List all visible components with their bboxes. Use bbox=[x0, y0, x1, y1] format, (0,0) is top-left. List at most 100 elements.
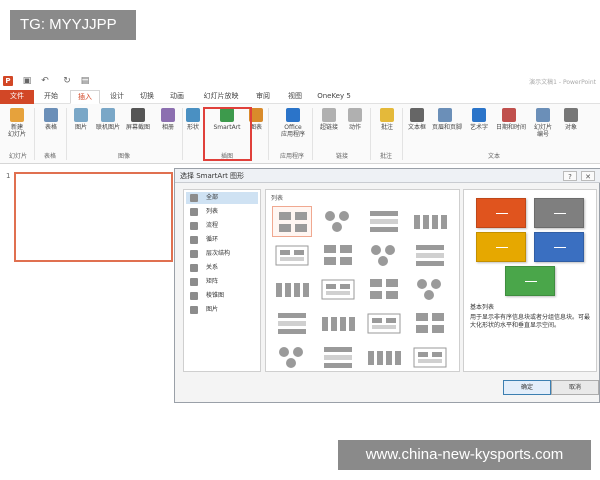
slide-number-button[interactable]: 幻灯片 编号 bbox=[530, 108, 556, 144]
category-relationship-icon bbox=[190, 264, 198, 272]
tab-review[interactable]: 审阅 bbox=[250, 90, 276, 104]
tab-onekey[interactable]: OneKey 5 bbox=[312, 90, 356, 104]
object-label: 对象 bbox=[564, 124, 577, 131]
datetime-button[interactable]: 日期和时间 bbox=[496, 108, 526, 144]
tab-transitions[interactable]: 切换 bbox=[134, 90, 160, 104]
album-button[interactable]: 相册 bbox=[155, 108, 181, 144]
category-picture[interactable]: 图片 bbox=[186, 304, 258, 316]
smartart-layout-thumbnail[interactable] bbox=[364, 308, 404, 339]
category-process[interactable]: 流程 bbox=[186, 220, 258, 232]
picture-button[interactable]: 图片 bbox=[68, 108, 94, 144]
tab-animations[interactable]: 动画 bbox=[164, 90, 190, 104]
smartart-layout-thumbnail[interactable] bbox=[318, 240, 358, 271]
smartart-layout-thumbnail[interactable] bbox=[272, 274, 312, 305]
action-icon bbox=[348, 108, 362, 122]
smartart-layout-thumbnail[interactable] bbox=[364, 240, 404, 271]
slide-number: 1 bbox=[6, 172, 11, 180]
action-label: 动作 bbox=[348, 124, 361, 131]
smartart-layout-thumbnail[interactable] bbox=[364, 206, 404, 237]
smartart-layout-thumbnail[interactable] bbox=[410, 240, 450, 271]
slide-number-label: 幻灯片 编号 bbox=[533, 124, 552, 138]
start-slideshow-icon[interactable]: ▤ bbox=[80, 76, 90, 86]
group-separator bbox=[34, 108, 35, 160]
action-button[interactable]: 动作 bbox=[342, 108, 368, 144]
smartart-layout-thumbnail[interactable] bbox=[364, 274, 404, 305]
album-label: 相册 bbox=[161, 124, 174, 131]
header-footer-button[interactable]: 页眉和页脚 bbox=[432, 108, 463, 144]
group-separator bbox=[312, 108, 313, 160]
smartart-layout-thumbnail[interactable] bbox=[410, 308, 450, 339]
group-separator bbox=[66, 108, 67, 160]
category-process-icon bbox=[190, 222, 198, 230]
smartart-layout-thumbnail[interactable] bbox=[364, 342, 404, 371]
datetime-icon bbox=[502, 108, 516, 122]
category-list-type[interactable]: 列表 bbox=[186, 206, 258, 218]
textbox-button[interactable]: 文本框 bbox=[404, 108, 430, 144]
smartart-layout-thumbnail[interactable] bbox=[410, 342, 450, 371]
category-cycle-icon bbox=[190, 236, 198, 244]
redo-icon[interactable]: ↻ bbox=[62, 76, 72, 86]
undo-icon[interactable]: ↶ bbox=[40, 76, 50, 86]
preview-description: 用于显示非有序信息块或者分组信息块。可最大化形状的水平和垂直显示空间。 bbox=[470, 314, 591, 329]
category-pyramid[interactable]: 棱锥图 bbox=[186, 290, 258, 302]
hyperlink-button[interactable]: 超链接 bbox=[316, 108, 342, 144]
screenshot-button[interactable]: 屏幕截图 bbox=[125, 108, 151, 144]
preview-shape bbox=[534, 198, 584, 228]
smartart-layout-thumbnail[interactable] bbox=[318, 342, 358, 371]
cancel-button[interactable]: 取消 bbox=[551, 380, 599, 395]
object-button[interactable]: 对象 bbox=[558, 108, 584, 144]
category-relationship[interactable]: 关系 bbox=[186, 262, 258, 274]
category-hierarchy-label: 层次结构 bbox=[206, 250, 231, 257]
category-picture-label: 图片 bbox=[206, 306, 219, 313]
office-apps-button[interactable]: Office 应用程序 bbox=[278, 108, 308, 144]
smartart-layout-thumbnail[interactable] bbox=[318, 308, 358, 339]
smartart-layout-thumbnail[interactable] bbox=[318, 274, 358, 305]
comment-button[interactable]: 批注 bbox=[374, 108, 400, 144]
save-icon[interactable]: ▣ bbox=[22, 76, 32, 86]
category-list-label: 列表 bbox=[206, 208, 219, 215]
wordart-label: 艺术字 bbox=[469, 124, 488, 131]
category-hierarchy[interactable]: 层次结构 bbox=[186, 248, 258, 260]
smartart-layout-thumbnail[interactable] bbox=[410, 206, 450, 237]
shapes-button[interactable]: 形状 bbox=[184, 108, 202, 144]
tab-file[interactable]: 文件 bbox=[0, 90, 34, 104]
album-icon bbox=[161, 108, 175, 122]
smartart-layout-thumbnail[interactable] bbox=[318, 206, 358, 237]
smartart-layout-thumbnail[interactable] bbox=[272, 342, 312, 371]
tab-view[interactable]: 视图 bbox=[282, 90, 308, 104]
smartart-layout-thumbnail[interactable] bbox=[272, 308, 312, 339]
help-icon[interactable]: ? bbox=[563, 171, 577, 181]
close-icon[interactable]: ✕ bbox=[581, 171, 595, 181]
screenshot-icon bbox=[131, 108, 145, 122]
tab-slideshow[interactable]: 幻灯片放映 bbox=[196, 90, 246, 104]
category-all[interactable]: 全部 bbox=[186, 192, 258, 204]
tab-insert[interactable]: 插入 bbox=[70, 90, 100, 104]
category-cycle[interactable]: 循环 bbox=[186, 234, 258, 246]
preview-panel: 基本列表 用于显示非有序信息块或者分组信息块。可最大化形状的水平和垂直显示空间。 bbox=[463, 189, 597, 372]
new-slide-button[interactable]: 新建 幻灯片 bbox=[4, 108, 30, 144]
smartart-layout-thumbnail[interactable] bbox=[410, 274, 450, 305]
category-matrix[interactable]: 矩阵 bbox=[186, 276, 258, 288]
wordart-button[interactable]: 艺术字 bbox=[466, 108, 492, 144]
group-label-tables: 表格 bbox=[43, 153, 56, 160]
shapes-icon bbox=[186, 108, 200, 122]
online-picture-button[interactable]: 联机图片 bbox=[95, 108, 121, 144]
preview-title: 基本列表 bbox=[470, 304, 495, 311]
ok-button[interactable]: 确定 bbox=[503, 380, 551, 395]
ribbon-insert: 新建 幻灯片 表格 图片 联机图片 屏幕截图 相册 形状 SmartArt 图表 … bbox=[0, 104, 600, 164]
smartart-layout-thumbnail[interactable] bbox=[272, 240, 312, 271]
online-picture-icon bbox=[101, 108, 115, 122]
smartart-layout-thumbnail[interactable] bbox=[272, 206, 312, 237]
category-all-icon bbox=[190, 194, 198, 202]
watermark-top: TG: MYYJJPP bbox=[10, 10, 136, 40]
preview-shape bbox=[476, 198, 526, 228]
dialog-title: 选择 SmartArt 图形 bbox=[175, 169, 600, 183]
table-button[interactable]: 表格 bbox=[38, 108, 64, 144]
tab-design[interactable]: 设计 bbox=[104, 90, 130, 104]
group-label-links: 链接 bbox=[335, 153, 348, 160]
slide-thumbnail[interactable] bbox=[14, 172, 173, 262]
group-separator bbox=[268, 108, 269, 160]
tab-home[interactable]: 开始 bbox=[36, 90, 66, 104]
header-footer-label: 页眉和页脚 bbox=[432, 124, 463, 131]
picture-label: 图片 bbox=[74, 124, 87, 131]
